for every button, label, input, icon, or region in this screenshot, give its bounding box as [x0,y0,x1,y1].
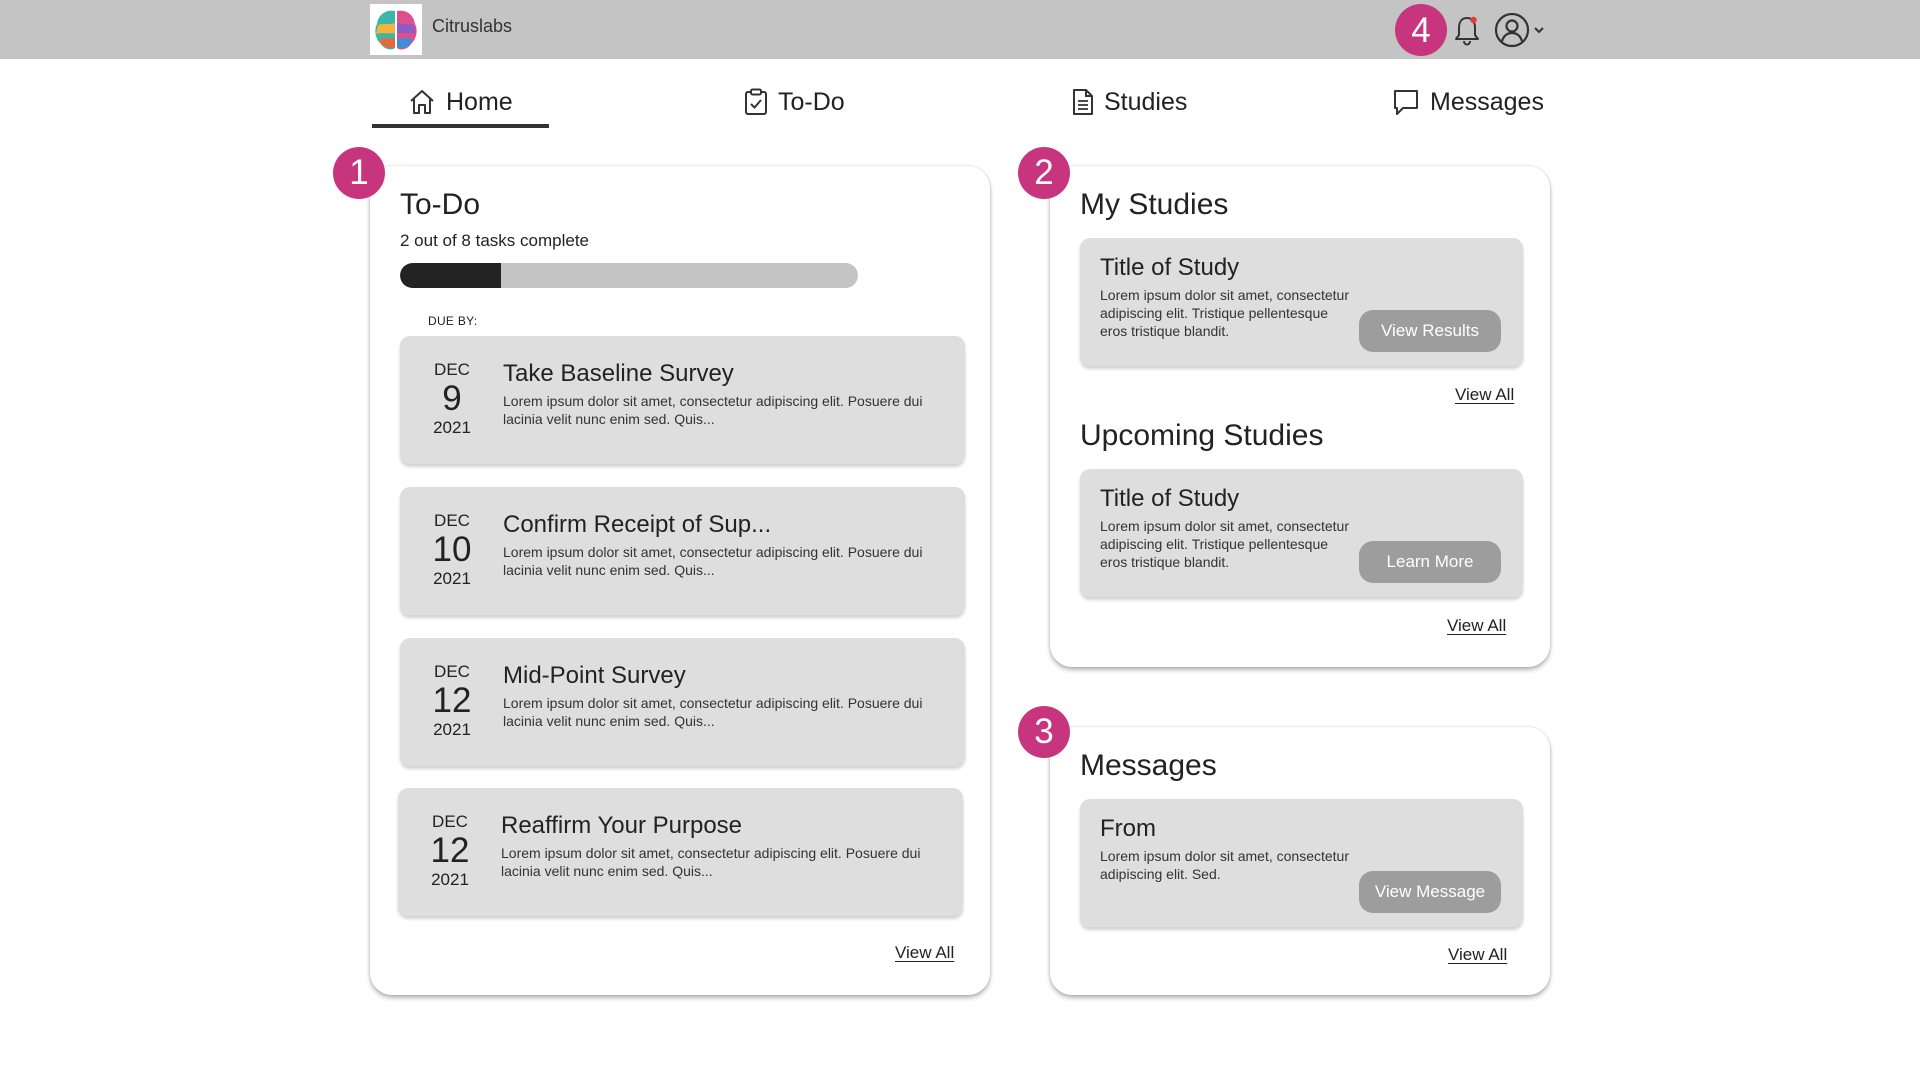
studies-card: My Studies Title of Study Lorem ipsum do… [1050,166,1550,667]
task-month: DEC [434,511,470,530]
tab-messages[interactable]: Messages [1392,82,1544,122]
tab-studies[interactable]: Studies [1072,82,1187,122]
task-year: 2021 [433,569,471,588]
due-by-label: DUE BY: [428,314,478,328]
document-icon [1073,89,1093,115]
task-title: Confirm Receipt of Sup... [503,511,772,538]
task-year: 2021 [431,870,469,889]
task-card[interactable]: DEC 9 2021 Take Baseline Survey Lorem ip… [400,336,965,464]
my-studies-view-all-link[interactable]: View All [1455,385,1514,405]
home-icon [410,90,434,114]
brain-logo-icon[interactable] [370,4,422,55]
task-date: DEC 12 2021 [400,662,504,740]
message-card: From Lorem ipsum dolor sit amet, consect… [1080,799,1523,927]
tab-label: Studies [1104,87,1188,116]
task-month: DEC [434,662,470,681]
messages-title: Messages [1080,749,1217,782]
messages-card: Messages From Lorem ipsum dolor sit amet… [1050,727,1550,995]
task-date: DEC 12 2021 [398,812,502,890]
study-title: Title of Study [1100,254,1240,281]
annotation-marker-3: 3 [1018,706,1070,758]
task-year: 2021 [433,418,471,437]
user-circle-icon [1494,12,1530,48]
task-year: 2021 [433,720,471,739]
message-preview: Lorem ipsum dolor sit amet, consectetur … [1100,848,1349,882]
task-description: Lorem ipsum dolor sit amet, consectetur … [501,845,921,879]
task-date: DEC 9 2021 [400,360,504,438]
account-menu-button[interactable] [1494,12,1550,48]
task-card[interactable]: DEC 12 2021 Mid-Point Survey Lorem ipsum… [400,638,965,766]
my-studies-title: My Studies [1080,188,1229,221]
upcoming-studies-view-all-link[interactable]: View All [1447,616,1506,636]
task-title: Mid-Point Survey [503,662,686,689]
messages-view-all-link[interactable]: View All [1448,945,1507,965]
task-description: Lorem ipsum dolor sit amet, consectetur … [503,544,923,578]
study-description: Lorem ipsum dolor sit amet, consectetur … [1100,287,1349,339]
annotation-marker-2: 2 [1018,147,1070,199]
chevron-down-icon [1534,27,1544,34]
task-day: 10 [432,530,472,569]
task-description: Lorem ipsum dolor sit amet, consectetur … [503,695,923,729]
todo-title: To-Do [400,188,481,221]
main-tabs: Home To-Do Studies Messages [370,70,1550,130]
clipboard-icon [745,88,767,115]
study-description: Lorem ipsum dolor sit amet, consectetur … [1100,518,1349,570]
progress-bar [400,263,858,288]
study-card: Title of Study Lorem ipsum dolor sit ame… [1080,469,1523,597]
task-description: Lorem ipsum dolor sit amet, consectetur … [503,393,923,427]
view-results-button[interactable]: View Results [1359,310,1501,352]
tab-label: Home [446,87,513,116]
task-card[interactable]: DEC 10 2021 Confirm Receipt of Sup... Lo… [400,487,965,615]
task-date: DEC 10 2021 [400,511,504,589]
message-from: From [1100,815,1156,842]
tab-label: Messages [1430,87,1544,116]
task-day: 12 [432,681,472,720]
progress-fill [400,263,501,288]
upcoming-studies-title: Upcoming Studies [1080,419,1324,452]
chat-icon [1394,90,1418,115]
brand-name: Citruslabs [432,16,513,36]
tab-home[interactable]: Home [408,82,513,122]
todo-card: To-Do 2 out of 8 tasks complete DUE BY: … [370,166,990,995]
view-message-button[interactable]: View Message [1359,871,1501,913]
task-month: DEC [432,812,468,831]
learn-more-button[interactable]: Learn More [1359,541,1501,583]
task-day: 9 [442,379,462,418]
tab-todo[interactable]: To-Do [744,82,845,122]
task-month: DEC [434,360,470,379]
active-tab-indicator [372,124,549,128]
todo-view-all-link[interactable]: View All [895,943,954,963]
top-bar: Citruslabs 4 [0,0,1920,59]
task-card[interactable]: DEC 12 2021 Reaffirm Your Purpose Lorem … [398,788,963,916]
task-title: Take Baseline Survey [503,360,734,387]
task-day: 12 [430,831,470,870]
bell-icon[interactable] [1452,14,1482,46]
annotation-marker-1: 1 [333,147,385,199]
task-title: Reaffirm Your Purpose [501,812,743,839]
study-card: Title of Study Lorem ipsum dolor sit ame… [1080,238,1523,366]
progress-text: 2 out of 8 tasks complete [400,231,589,250]
annotation-marker-4: 4 [1395,4,1447,56]
study-title: Title of Study [1100,485,1240,512]
tab-label: To-Do [778,87,845,116]
